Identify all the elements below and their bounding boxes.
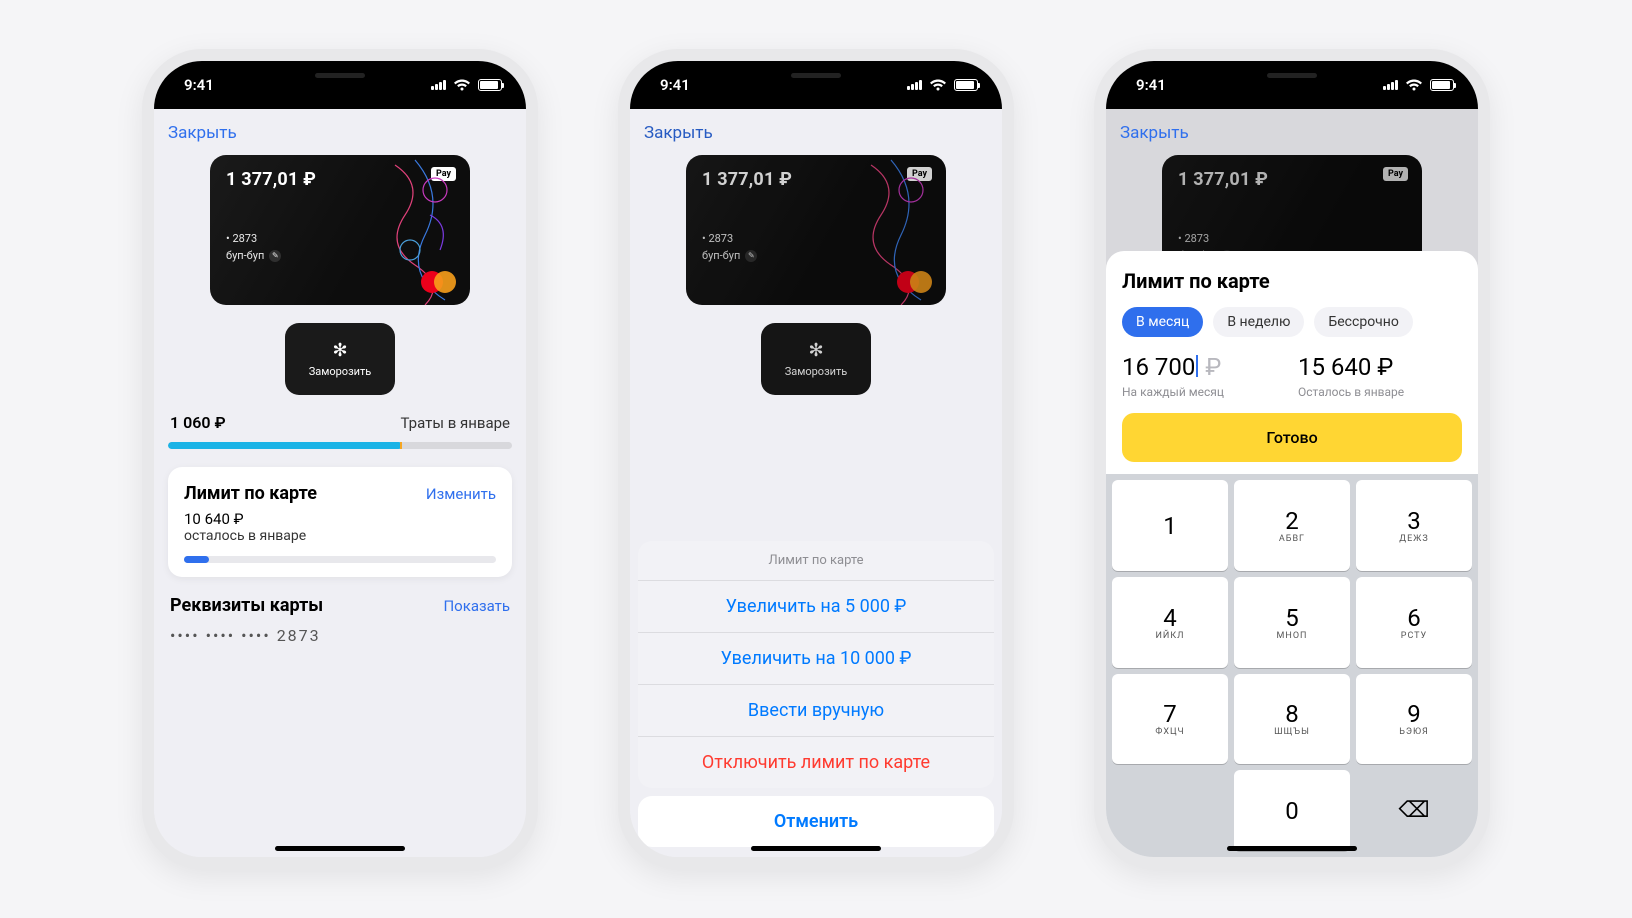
spend-progress-marker <box>400 442 402 449</box>
wifi-icon <box>930 79 946 91</box>
home-indicator[interactable] <box>275 846 405 851</box>
key-9[interactable]: 9ЬЭЮЯ <box>1356 674 1472 765</box>
close-button: Закрыть <box>1120 119 1189 155</box>
freeze-label: Заморозить <box>309 365 372 378</box>
action-increase-5000[interactable]: Увеличить на 5 000 ₽ <box>638 581 994 633</box>
limit-title: Лимит по карте <box>184 483 317 504</box>
mastercard-icon <box>897 271 932 293</box>
bank-card[interactable]: Pay 1 377,01 ₽ • 2873 буп-буп✎ <box>210 155 470 305</box>
notch <box>726 61 906 89</box>
requisites-title: Реквизиты карты <box>170 595 323 616</box>
action-sheet: Лимит по карте Увеличить на 5 000 ₽ Увел… <box>638 541 994 847</box>
battery-icon <box>1430 79 1454 91</box>
segment-monthly[interactable]: В месяц <box>1122 307 1203 337</box>
home-indicator[interactable] <box>751 846 881 851</box>
limit-remaining-label: Осталось в январе <box>1298 385 1462 399</box>
key-0[interactable]: 0 <box>1234 770 1350 851</box>
screen: 9:41 Закрыть Pay 1 377,01 ₽ • 2873 буп-б… <box>630 61 1002 857</box>
battery-icon <box>954 79 978 91</box>
limit-card[interactable]: Лимит по карте Изменить 10 640 ₽ осталос… <box>168 467 512 577</box>
signal-icon <box>907 80 922 90</box>
limit-input-label: На каждый месяц <box>1122 385 1286 399</box>
signal-icon <box>1383 80 1398 90</box>
action-disable-limit[interactable]: Отключить лимит по карте <box>638 737 994 788</box>
limit-remaining-value: 15 640 ₽ <box>1298 353 1462 381</box>
limit-sheet: Лимит по карте В месяц В неделю Бессрочн… <box>1106 251 1478 857</box>
spend-progress <box>168 442 512 449</box>
notch <box>250 61 430 89</box>
status-time: 9:41 <box>660 76 690 94</box>
status-time: 9:41 <box>184 76 214 94</box>
spend-row[interactable]: 1 060 ₽ Траты в январе <box>168 413 512 432</box>
key-8[interactable]: 8ШЩЪЫ <box>1234 674 1350 765</box>
snowflake-icon: ✻ <box>808 340 823 361</box>
key-3[interactable]: 3ДЕЖЗ <box>1356 480 1472 571</box>
limit-progress <box>184 556 496 563</box>
key-6[interactable]: 6РСТУ <box>1356 577 1472 668</box>
phone-2: 9:41 Закрыть Pay 1 377,01 ₽ • 2873 буп-б… <box>618 49 1014 869</box>
action-cancel[interactable]: Отменить <box>638 796 994 847</box>
bank-card: Pay 1 377,01 ₽ • 2873 буп-буп✎ <box>686 155 946 305</box>
screen: 9:41 Закрыть Pay 1 377,01 ₽ • 2873 буп-б… <box>1106 61 1478 857</box>
spend-amount: 1 060 ₽ <box>170 413 226 432</box>
keypad: 1 2АБВГ 3ДЕЖЗ 4ИЙКЛ 5МНОП 6РСТУ 7ФХЦЧ 8Ш… <box>1106 474 1478 857</box>
pay-badge: Pay <box>1383 167 1408 181</box>
action-sheet-title: Лимит по карте <box>638 541 994 581</box>
spend-label: Траты в январе <box>401 414 511 432</box>
key-backspace[interactable]: ⌫ <box>1356 770 1472 851</box>
segment-weekly[interactable]: В неделю <box>1213 307 1304 337</box>
freeze-label: Заморозить <box>785 365 848 378</box>
freeze-button[interactable]: ✻ Заморозить <box>285 323 395 395</box>
key-7[interactable]: 7ФХЦЧ <box>1112 674 1228 765</box>
key-1[interactable]: 1 <box>1112 480 1228 571</box>
notch <box>1202 61 1382 89</box>
key-empty <box>1112 770 1228 851</box>
key-4[interactable]: 4ИЙКЛ <box>1112 577 1228 668</box>
signal-icon <box>431 80 446 90</box>
content: Закрыть Pay 1 377,01 ₽ • 2873 буп-буп✎ ✻… <box>154 109 526 857</box>
edit-icon: ✎ <box>745 250 757 262</box>
key-2[interactable]: 2АБВГ <box>1234 480 1350 571</box>
limit-progress-fill <box>184 556 209 563</box>
limit-remaining-label: осталось в январе <box>184 528 496 544</box>
segment-control: В месяц В неделю Бессрочно <box>1122 307 1462 337</box>
action-enter-manually[interactable]: Ввести вручную <box>638 685 994 737</box>
battery-icon <box>478 79 502 91</box>
backspace-icon: ⌫ <box>1398 798 1429 823</box>
requisites-masked: •••• •••• •••• 2873 <box>170 626 510 645</box>
wifi-icon <box>1406 79 1422 91</box>
limit-change-button[interactable]: Изменить <box>426 485 496 503</box>
spend-progress-fill <box>168 442 402 449</box>
edit-icon[interactable]: ✎ <box>269 250 281 262</box>
close-button: Закрыть <box>644 119 713 155</box>
phone-1: 9:41 Закрыть Pay 1 377,01 ₽ • 2873 буп-б… <box>142 49 538 869</box>
limit-remaining-box: 15 640 ₽ Осталось в январе <box>1298 353 1462 399</box>
freeze-button: ✻ Заморозить <box>761 323 871 395</box>
status-icons <box>1383 79 1454 91</box>
requisites-show-button[interactable]: Показать <box>443 597 510 615</box>
status-icons <box>431 79 502 91</box>
done-button[interactable]: Готово <box>1122 413 1462 462</box>
segment-unlimited[interactable]: Бессрочно <box>1314 307 1412 337</box>
sheet-title: Лимит по карте <box>1122 269 1462 293</box>
wifi-icon <box>454 79 470 91</box>
card-balance: 1 377,01 ₽ <box>1178 169 1406 190</box>
phone-3: 9:41 Закрыть Pay 1 377,01 ₽ • 2873 буп-б… <box>1094 49 1490 869</box>
card-last4: • 2873 <box>1178 232 1406 245</box>
snowflake-icon: ✻ <box>332 340 347 361</box>
action-sheet-group: Лимит по карте Увеличить на 5 000 ₽ Увел… <box>638 541 994 788</box>
status-time: 9:41 <box>1136 76 1166 94</box>
status-icons <box>907 79 978 91</box>
requisites-card[interactable]: Реквизиты карты Показать •••• •••• •••• … <box>168 595 512 645</box>
close-button[interactable]: Закрыть <box>168 119 237 155</box>
limit-amount: 10 640 ₽ <box>184 510 496 528</box>
mastercard-icon <box>421 271 456 293</box>
limit-input-box[interactable]: 16 700 ₽ На каждый месяц <box>1122 353 1286 399</box>
screen: 9:41 Закрыть Pay 1 377,01 ₽ • 2873 буп-б… <box>154 61 526 857</box>
home-indicator[interactable] <box>1227 846 1357 851</box>
key-5[interactable]: 5МНОП <box>1234 577 1350 668</box>
limit-input-value: 16 700 ₽ <box>1122 353 1286 381</box>
action-increase-10000[interactable]: Увеличить на 10 000 ₽ <box>638 633 994 685</box>
